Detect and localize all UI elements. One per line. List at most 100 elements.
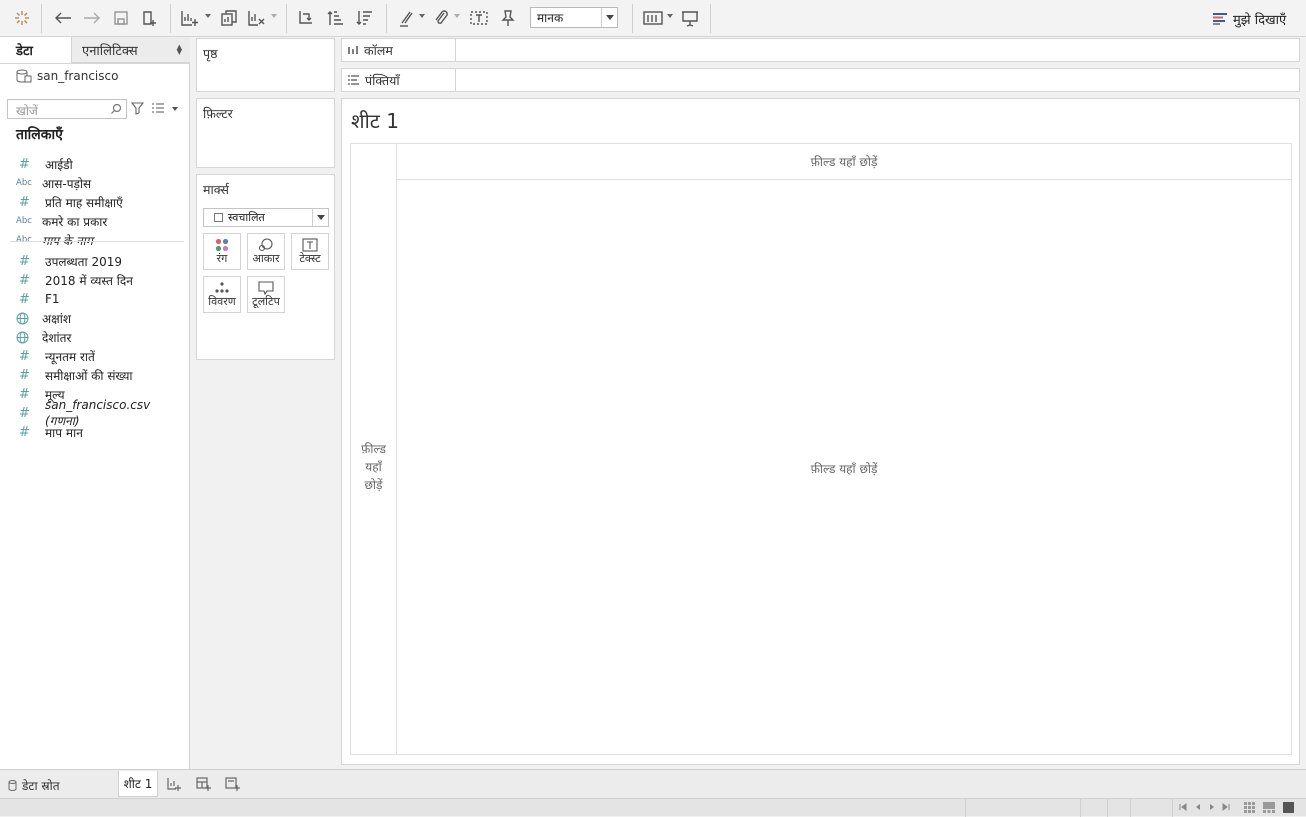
view-list-icon[interactable] bbox=[152, 103, 164, 113]
data-pane-tabs: डेटा एनालिटिक्स ▲ ▼ bbox=[0, 37, 190, 64]
sort-ascending-icon[interactable] bbox=[325, 7, 347, 29]
field-item[interactable]: Abc माप के नाम bbox=[16, 231, 186, 249]
rows-drop-line-2: यहाँ bbox=[365, 460, 382, 474]
rows-label-group: पंक्तियाँ bbox=[348, 69, 400, 91]
size-icon bbox=[258, 238, 274, 252]
search-box[interactable] bbox=[7, 99, 127, 120]
last-sheet-icon[interactable] bbox=[1221, 802, 1231, 812]
undo-icon[interactable] bbox=[52, 7, 74, 29]
filter-icon[interactable] bbox=[131, 102, 144, 115]
group-members-icon[interactable] bbox=[431, 7, 451, 29]
show-cards-icon[interactable] bbox=[641, 7, 665, 29]
first-sheet-icon[interactable] bbox=[1178, 802, 1188, 812]
field-item[interactable]: # san_francisco.csv (गणना) bbox=[16, 398, 186, 428]
rows-shelf[interactable]: पंक्तियाँ bbox=[341, 68, 1300, 92]
sheet-tabs-bar: डेटा स्रोत शीट 1 bbox=[0, 769, 1306, 798]
tabs-view-icon[interactable] bbox=[1283, 802, 1294, 813]
tab-analytics[interactable]: एनालिटिक्स ▲ ▼ bbox=[72, 37, 190, 63]
field-item[interactable]: # न्यूनतम रातें bbox=[16, 347, 186, 365]
field-item[interactable]: अक्षांश bbox=[16, 309, 186, 327]
datasource-tab[interactable]: डेटा स्रोत bbox=[8, 775, 60, 795]
sort-descending-icon[interactable] bbox=[354, 7, 376, 29]
tooltip-label: टूलटिप bbox=[252, 295, 280, 308]
presentation-mode-icon[interactable] bbox=[679, 7, 701, 29]
size-button[interactable]: आकार bbox=[247, 233, 285, 270]
fit-dropdown[interactable]: मानक bbox=[530, 7, 618, 28]
next-sheet-icon[interactable] bbox=[1207, 802, 1217, 812]
new-datasource-icon[interactable] bbox=[140, 7, 160, 29]
previous-sheet-icon[interactable] bbox=[1193, 802, 1203, 812]
new-worksheet-icon[interactable] bbox=[178, 7, 202, 29]
view-drop-zone[interactable]: फ़ील्ड यहाँ छोड़ें bbox=[397, 460, 1291, 477]
detail-button[interactable]: विवरण bbox=[203, 276, 241, 313]
tab-analytics-label: एनालिटिक्स bbox=[82, 43, 138, 59]
pin-axes-icon[interactable] bbox=[497, 7, 519, 29]
field-item[interactable]: देशांतर bbox=[16, 328, 186, 346]
filmstrip-icon[interactable] bbox=[1263, 802, 1275, 813]
measure-number-icon: # bbox=[19, 272, 30, 288]
geo-globe-icon bbox=[16, 331, 42, 344]
new-dashboard-tab-icon[interactable] bbox=[195, 776, 211, 792]
show-me-button[interactable]: मुझे दिखाएँ bbox=[1213, 8, 1286, 30]
pages-card[interactable]: पृष्ठ bbox=[196, 38, 335, 92]
measure-number-icon: # bbox=[19, 348, 30, 364]
columns-label-group: कॉलम bbox=[348, 39, 393, 61]
measure-number-icon: # bbox=[19, 386, 30, 402]
clear-sheet-icon[interactable] bbox=[245, 7, 267, 29]
measure-number-icon: # bbox=[19, 194, 30, 210]
sheet-tab-sheet-1[interactable]: शीट 1 bbox=[118, 771, 158, 797]
field-item[interactable]: Abc आस-पड़ोस bbox=[16, 174, 186, 192]
field-label: आस-पड़ोस bbox=[42, 176, 92, 191]
chevron-down-icon[interactable] bbox=[601, 8, 617, 27]
sheet-title[interactable]: शीट 1 bbox=[351, 107, 399, 134]
view-grid: फ़ील्ड यहाँ छोड़ें फ़ील्ड यहाँ छोड़ें फ़… bbox=[350, 143, 1292, 755]
text-label: टेक्स्ट bbox=[299, 252, 321, 265]
field-item[interactable]: # आईडी bbox=[16, 155, 186, 173]
redo-icon[interactable] bbox=[81, 7, 103, 29]
field-item[interactable]: # प्रति माह समीक्षाएँ bbox=[16, 193, 186, 211]
chevron-down-icon[interactable] bbox=[312, 209, 328, 226]
tooltip-icon bbox=[258, 281, 274, 295]
swap-rows-columns-icon[interactable] bbox=[295, 7, 317, 29]
save-icon[interactable] bbox=[111, 7, 131, 29]
text-button[interactable]: टेक्स्ट bbox=[291, 233, 329, 270]
field-label: समीक्षाओं की संख्या bbox=[45, 368, 133, 383]
tableau-logo-icon[interactable] bbox=[12, 7, 32, 29]
status-bar bbox=[0, 798, 1306, 817]
datasource-item[interactable]: san_francisco bbox=[16, 67, 118, 85]
field-item[interactable]: # उपलब्धता 2019 bbox=[16, 252, 186, 270]
duplicate-sheet-icon[interactable] bbox=[218, 7, 240, 29]
columns-drop-zone[interactable]: फ़ील्ड यहाँ छोड़ें bbox=[397, 153, 1291, 170]
measure-number-icon: # bbox=[19, 291, 30, 307]
geo-globe-icon bbox=[16, 312, 42, 325]
new-story-tab-icon[interactable] bbox=[224, 776, 240, 792]
datasource-tab-label: डेटा स्रोत bbox=[22, 778, 60, 793]
highlight-icon[interactable] bbox=[395, 7, 417, 29]
worksheet-view: शीट 1 फ़ील्ड यहाँ छोड़ें फ़ील्ड यहाँ छोड… bbox=[341, 98, 1300, 765]
marks-card: मार्क्स स्वचालित रंग आकार टेक्स्ट विवरण … bbox=[196, 174, 335, 360]
dimension-string-icon: Abc bbox=[16, 178, 32, 188]
field-item[interactable]: # माप मान bbox=[16, 423, 186, 441]
field-label: माप मान bbox=[45, 425, 83, 440]
search-input[interactable] bbox=[14, 102, 114, 120]
field-item[interactable]: # F1 bbox=[16, 290, 186, 308]
field-item[interactable]: #2018 में व्यस्त दिन bbox=[16, 271, 186, 289]
field-label: 2018 में व्यस्त दिन bbox=[45, 273, 133, 288]
view-options-caret-icon[interactable] bbox=[172, 107, 178, 111]
field-label: कमरे का प्रकार bbox=[42, 214, 108, 229]
rows-drop-zone[interactable]: फ़ील्ड यहाँ छोड़ें bbox=[351, 440, 396, 494]
filters-card[interactable]: फ़िल्टर bbox=[196, 98, 335, 168]
show-mark-labels-icon[interactable] bbox=[468, 7, 490, 29]
columns-shelf[interactable]: कॉलम bbox=[341, 38, 1300, 62]
color-button[interactable]: रंग bbox=[203, 233, 241, 270]
measure-number-icon: # bbox=[19, 405, 30, 421]
sheet-sorter-icon[interactable] bbox=[1244, 802, 1255, 813]
tooltip-button[interactable]: टूलटिप bbox=[247, 276, 285, 313]
new-worksheet-tab-icon[interactable] bbox=[166, 776, 182, 792]
tab-data[interactable]: डेटा bbox=[0, 37, 72, 63]
mark-type-dropdown[interactable]: स्वचालित bbox=[203, 208, 329, 227]
fit-value: मानक bbox=[537, 11, 564, 25]
field-label: आईडी bbox=[45, 157, 73, 172]
field-item[interactable]: # समीक्षाओं की संख्या bbox=[16, 366, 186, 384]
field-item[interactable]: Abc कमरे का प्रकार bbox=[16, 212, 186, 230]
